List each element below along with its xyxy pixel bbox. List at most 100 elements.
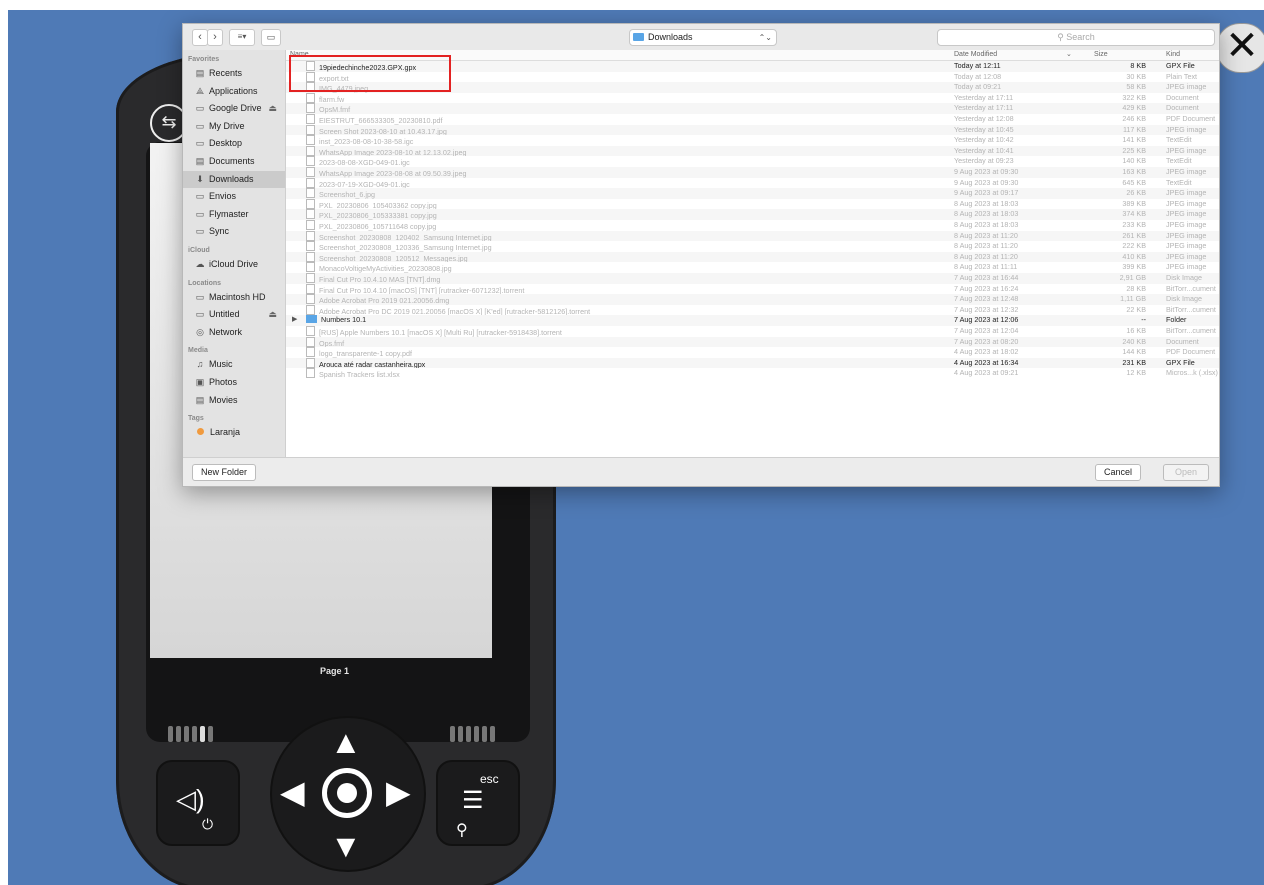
cancel-button[interactable]: Cancel bbox=[1095, 464, 1142, 481]
file-row[interactable]: Screenshot_20230808_120402_Samsung Inter… bbox=[286, 230, 1219, 242]
file-row[interactable]: Screenshot_20230808_120336_Samsung Inter… bbox=[286, 241, 1219, 252]
new-folder-button[interactable]: New Folder bbox=[192, 464, 257, 481]
file-row[interactable]: PXL_20230806_105403362 copy.jpg 8 Aug 202… bbox=[286, 198, 1219, 210]
sidebar-item-label: Sync bbox=[209, 226, 230, 237]
sidebar-item-envios[interactable]: ▭ Envios bbox=[183, 188, 285, 206]
file-row[interactable]: logo_transparente-1 copy.pdf 4 Aug 2023 a… bbox=[286, 347, 1219, 358]
file-kind: JPEG image bbox=[1166, 220, 1207, 229]
file-kind: TextEdit bbox=[1166, 177, 1192, 187]
file-icon bbox=[306, 283, 315, 294]
column-size[interactable]: Size bbox=[1094, 50, 1108, 60]
sidebar-item-macintosh-hd[interactable]: ▭ Macintosh HD bbox=[183, 289, 285, 307]
sidebar-item-label: Music bbox=[209, 359, 233, 370]
file-row[interactable]: MonacoVoltigeMyActivities_20230808.jpg 8 … bbox=[286, 262, 1219, 273]
file-row[interactable]: EIESTRUT_666533305_20230810.pdf Yesterday… bbox=[286, 114, 1219, 125]
forward-icon[interactable]: › bbox=[207, 29, 223, 46]
sidebar-item-music[interactable]: ♫ Music bbox=[183, 356, 285, 374]
sidebar-icon: ▭ bbox=[195, 103, 205, 114]
search-field[interactable]: ⚲ Search bbox=[937, 29, 1215, 46]
sidebar-item-flymaster[interactable]: ▭ Flymaster bbox=[183, 206, 285, 224]
file-kind: JPEG image bbox=[1166, 145, 1207, 155]
file-row[interactable]: Final Cut Pro 10.4.10 [macOS] [TNT] [rut… bbox=[286, 283, 1219, 295]
file-row[interactable]: WhatsApp Image 2023-08-10 at 12.13.02.jp… bbox=[286, 145, 1219, 157]
sidebar-item-my-drive[interactable]: ▭ My Drive bbox=[183, 118, 285, 136]
file-row[interactable]: WhatsApp Image 2023-08-08 at 09.50.39.jp… bbox=[286, 167, 1219, 178]
file-row[interactable]: 2023-08-08-XGD-049-01.igc Yesterday at 09… bbox=[286, 156, 1219, 167]
eject-icon[interactable]: ⏏ bbox=[268, 306, 277, 324]
sidebar-item-desktop[interactable]: ▭ Desktop bbox=[183, 135, 285, 153]
power-icon: ⏻ bbox=[202, 816, 214, 832]
back-icon[interactable]: ‹ bbox=[192, 29, 208, 46]
file-icon bbox=[306, 209, 315, 220]
file-date: Today at 12:11 bbox=[954, 61, 1001, 70]
column-kind[interactable]: Kind bbox=[1166, 50, 1180, 60]
file-kind: JPEG image bbox=[1166, 262, 1207, 272]
open-button[interactable]: Open bbox=[1163, 464, 1209, 481]
sidebar-item-applications[interactable]: ⟁ Applications bbox=[183, 83, 285, 101]
file-row[interactable]: Screen Shot 2023-08-10 at 10.43.17.jpg Ye… bbox=[286, 124, 1219, 136]
location-select[interactable]: Downloads ⌃⌄ bbox=[629, 29, 777, 46]
search-placeholder: Search bbox=[1066, 32, 1095, 42]
disclosure-triangle-icon[interactable]: ▶ bbox=[292, 315, 297, 326]
arrow-left-icon[interactable]: ◀ bbox=[280, 776, 305, 808]
sidebar-item-recents[interactable]: ▤ Recents bbox=[183, 65, 285, 83]
file-kind: Disk Image bbox=[1166, 273, 1202, 282]
file-row[interactable]: PXL_20230806_105333381 copy.jpg 8 Aug 202… bbox=[286, 209, 1219, 220]
tag-color-icon bbox=[197, 428, 204, 436]
file-icon bbox=[306, 124, 315, 135]
file-row[interactable]: Adobe Acrobat Pro 2019 021.20056.dmg 7 Au… bbox=[286, 294, 1219, 305]
file-row[interactable]: Ops.fmf 7 Aug 2023 at 08:20 240 KB Document bbox=[286, 336, 1219, 348]
menu-search-button[interactable]: esc ☰ ⚲ bbox=[436, 760, 520, 846]
center-select-button[interactable] bbox=[322, 768, 372, 818]
sidebar-item-photos[interactable]: ▣ Photos bbox=[183, 374, 285, 392]
file-size: 141 KB bbox=[1122, 135, 1146, 145]
sidebar-item-movies[interactable]: ▤ Movies bbox=[183, 392, 285, 410]
file-date: Today at 12:08 bbox=[954, 71, 1002, 81]
sidebar-item-network[interactable]: ◎ Network bbox=[183, 324, 285, 342]
left-speaker-slots bbox=[168, 726, 213, 744]
file-row[interactable]: Spanish Trackers list.xlsx 4 Aug 2023 at … bbox=[286, 368, 1219, 379]
right-speaker-slots bbox=[450, 726, 495, 744]
file-row[interactable]: OpsM.fmf Yesterday at 17:11 429 KB Document bbox=[286, 103, 1219, 114]
file-row[interactable]: inst_2023-08-08-10-38-58.igc Yesterday at… bbox=[286, 135, 1219, 146]
file-row[interactable]: Arouca até radar castanheira.gpx 4 Aug 20… bbox=[286, 357, 1219, 369]
volume-power-button[interactable]: ◁) ⏻ bbox=[156, 760, 240, 846]
sidebar-item-label: iCloud Drive bbox=[209, 258, 259, 269]
sidebar-icon: ▤ bbox=[195, 155, 205, 166]
new-folder-icon[interactable]: ▭ bbox=[261, 29, 281, 46]
file-date: 4 Aug 2023 at 16:34 bbox=[954, 357, 1019, 367]
sidebar-item-laranja[interactable]: Laranja bbox=[183, 424, 285, 442]
sidebar-section-icloud: iCloud bbox=[188, 246, 210, 254]
file-kind: JPEG image bbox=[1166, 230, 1207, 240]
arrow-up-icon[interactable]: ▲ bbox=[330, 726, 362, 758]
folder-row[interactable]: ▶ Numbers 10.1 7 Aug 2023 at 12:06 -- Folder bbox=[286, 315, 1219, 326]
direction-pad[interactable]: ▲ ▼ ◀ ▶ bbox=[270, 716, 426, 872]
sidebar-section-locations: Locations bbox=[188, 279, 222, 287]
file-size: 26 KB bbox=[1126, 188, 1146, 198]
file-row[interactable]: 2023-07-19-XGD-049-01.igc 9 Aug 2023 at 0… bbox=[286, 177, 1219, 189]
close-icon[interactable]: ✕ bbox=[1216, 23, 1264, 73]
eject-icon[interactable]: ⏏ bbox=[268, 100, 277, 118]
sidebar-item-sync[interactable]: ▭ Sync bbox=[183, 223, 285, 241]
view-options-icon[interactable]: ≡▾ bbox=[229, 29, 255, 46]
file-row[interactable]: flarm.fw Yesterday at 17:11 322 KB Document bbox=[286, 92, 1219, 104]
sidebar-item-icloud-drive[interactable]: ☁ iCloud Drive bbox=[183, 256, 285, 274]
file-date: Yesterday at 10:45 bbox=[954, 124, 1014, 134]
file-size: 233 KB bbox=[1122, 220, 1146, 229]
arrow-down-icon[interactable]: ▼ bbox=[330, 830, 362, 862]
file-row[interactable]: PXL_20230806_105711648 copy.jpg 8 Aug 202… bbox=[286, 220, 1219, 231]
column-date-modified[interactable]: Date Modified bbox=[954, 50, 997, 60]
page-label: Page 1 bbox=[320, 666, 350, 676]
sidebar-item-documents[interactable]: ▤ Documents bbox=[183, 153, 285, 171]
file-row[interactable]: Screenshot_6.jpg 9 Aug 2023 at 09:17 26 KB… bbox=[286, 188, 1219, 199]
file-row[interactable]: [RUS] Apple Numbers 10.1 [macOS X] [Mult… bbox=[286, 326, 1219, 337]
sidebar-item-downloads[interactable]: ⬇ Downloads bbox=[183, 170, 285, 189]
file-row[interactable]: Final Cut Pro 10.4.10 MAS [TNT].dmg 7 Aug… bbox=[286, 273, 1219, 284]
arrow-right-icon[interactable]: ▶ bbox=[386, 776, 411, 808]
file-row[interactable]: Adobe Acrobat Pro DC 2019 021.20056 [mac… bbox=[286, 304, 1219, 316]
sidebar-item-google-drive[interactable]: ▭ Google Drive ⏏ bbox=[183, 100, 285, 118]
file-date: Yesterday at 17:11 bbox=[954, 92, 1014, 102]
sidebar-item-untitled[interactable]: ▭ Untitled ⏏ bbox=[183, 306, 285, 324]
file-row[interactable]: Screenshot_20230808_120512_Messages.jpg 8… bbox=[286, 251, 1219, 263]
file-kind: JPEG image bbox=[1166, 198, 1207, 208]
